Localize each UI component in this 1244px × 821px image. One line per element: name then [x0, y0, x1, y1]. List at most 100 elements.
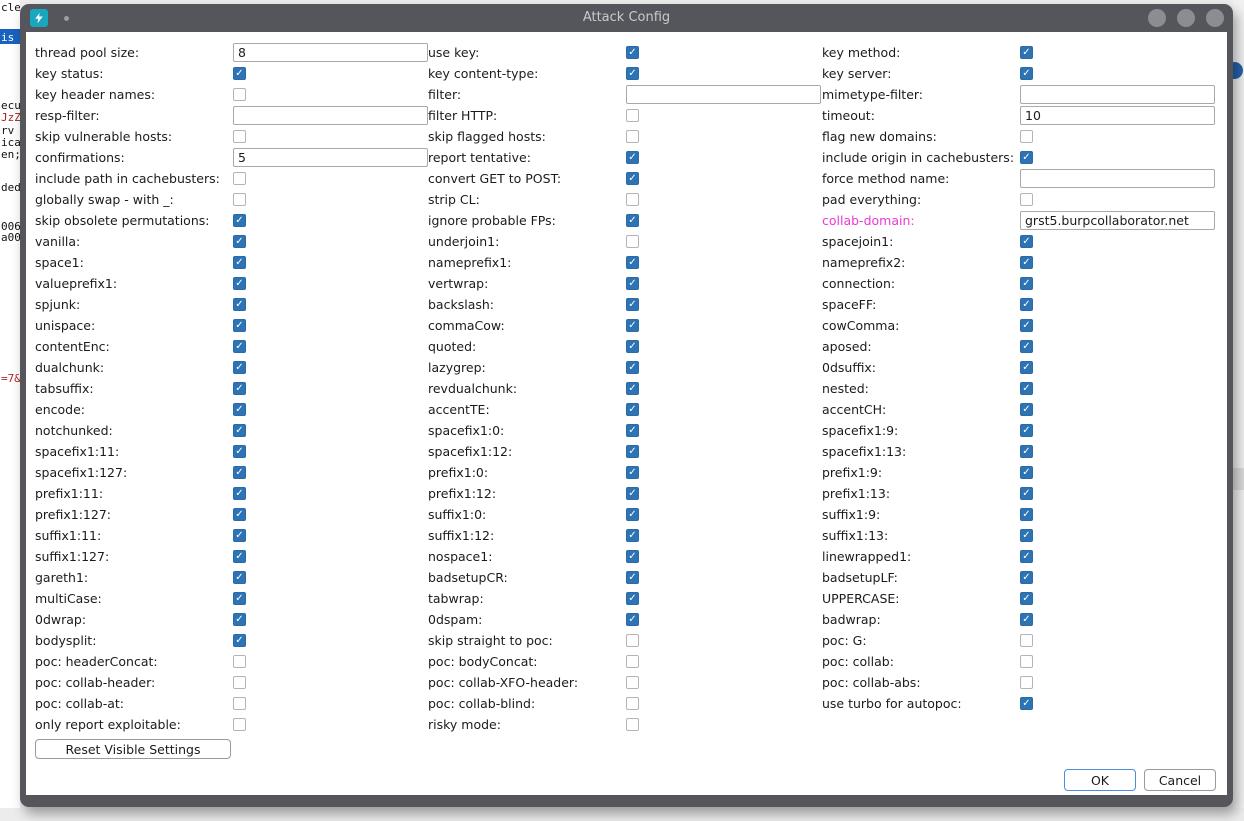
checkbox-unchecked[interactable] — [626, 193, 639, 206]
checkbox-unchecked[interactable] — [233, 697, 246, 710]
checkbox-unchecked[interactable] — [626, 655, 639, 668]
setting-input[interactable] — [1020, 106, 1215, 125]
checkbox-checked[interactable]: ✓ — [626, 529, 639, 542]
checkbox-unchecked[interactable] — [626, 718, 639, 731]
checkbox-checked[interactable]: ✓ — [626, 403, 639, 416]
checkbox-checked[interactable]: ✓ — [233, 529, 246, 542]
checkbox-checked[interactable]: ✓ — [1020, 340, 1033, 353]
checkbox-unchecked[interactable] — [626, 130, 639, 143]
setting-input[interactable] — [1020, 169, 1215, 188]
checkbox-unchecked[interactable] — [233, 130, 246, 143]
checkbox-checked[interactable]: ✓ — [233, 466, 246, 479]
checkbox-checked[interactable]: ✓ — [1020, 256, 1033, 269]
setting-input[interactable] — [626, 85, 821, 104]
checkbox-checked[interactable]: ✓ — [233, 592, 246, 605]
checkbox-checked[interactable]: ✓ — [1020, 697, 1033, 710]
checkbox-unchecked[interactable] — [1020, 676, 1033, 689]
checkbox-unchecked[interactable] — [1020, 634, 1033, 647]
checkbox-unchecked[interactable] — [1020, 193, 1033, 206]
checkbox-checked[interactable]: ✓ — [626, 508, 639, 521]
checkbox-checked[interactable]: ✓ — [233, 634, 246, 647]
checkbox-unchecked[interactable] — [233, 718, 246, 731]
checkbox-checked[interactable]: ✓ — [626, 382, 639, 395]
checkbox-checked[interactable]: ✓ — [1020, 592, 1033, 605]
checkbox-checked[interactable]: ✓ — [1020, 151, 1033, 164]
checkbox-checked[interactable]: ✓ — [1020, 46, 1033, 59]
checkbox-unchecked[interactable] — [626, 697, 639, 710]
checkbox-checked[interactable]: ✓ — [233, 256, 246, 269]
checkbox-checked[interactable]: ✓ — [233, 403, 246, 416]
checkbox-checked[interactable]: ✓ — [1020, 508, 1033, 521]
checkbox-unchecked[interactable] — [233, 655, 246, 668]
checkbox-unchecked[interactable] — [626, 109, 639, 122]
checkbox-checked[interactable]: ✓ — [1020, 424, 1033, 437]
setting-input[interactable] — [233, 106, 428, 125]
checkbox-checked[interactable]: ✓ — [1020, 613, 1033, 626]
checkbox-checked[interactable]: ✓ — [626, 277, 639, 290]
checkbox-checked[interactable]: ✓ — [233, 613, 246, 626]
checkbox-checked[interactable]: ✓ — [1020, 487, 1033, 500]
checkbox-checked[interactable]: ✓ — [1020, 529, 1033, 542]
checkbox-checked[interactable]: ✓ — [626, 319, 639, 332]
checkbox-unchecked[interactable] — [626, 634, 639, 647]
checkbox-checked[interactable]: ✓ — [1020, 403, 1033, 416]
checkbox-unchecked[interactable] — [233, 172, 246, 185]
cancel-button[interactable]: Cancel — [1144, 769, 1216, 791]
checkbox-checked[interactable]: ✓ — [626, 214, 639, 227]
checkbox-checked[interactable]: ✓ — [626, 67, 639, 80]
checkbox-checked[interactable]: ✓ — [1020, 67, 1033, 80]
checkbox-checked[interactable]: ✓ — [1020, 319, 1033, 332]
checkbox-checked[interactable]: ✓ — [626, 487, 639, 500]
minimize-button[interactable] — [1148, 9, 1166, 27]
checkbox-unchecked[interactable] — [233, 88, 246, 101]
checkbox-checked[interactable]: ✓ — [233, 550, 246, 563]
checkbox-checked[interactable]: ✓ — [626, 613, 639, 626]
checkbox-checked[interactable]: ✓ — [626, 592, 639, 605]
checkbox-checked[interactable]: ✓ — [233, 382, 246, 395]
checkbox-checked[interactable]: ✓ — [1020, 466, 1033, 479]
checkbox-checked[interactable]: ✓ — [626, 46, 639, 59]
checkbox-checked[interactable]: ✓ — [1020, 298, 1033, 311]
checkbox-checked[interactable]: ✓ — [626, 445, 639, 458]
close-button[interactable] — [1206, 9, 1224, 27]
checkbox-checked[interactable]: ✓ — [1020, 445, 1033, 458]
checkbox-checked[interactable]: ✓ — [1020, 277, 1033, 290]
checkbox-checked[interactable]: ✓ — [1020, 361, 1033, 374]
checkbox-checked[interactable]: ✓ — [626, 571, 639, 584]
checkbox-checked[interactable]: ✓ — [233, 445, 246, 458]
reset-visible-settings-button[interactable]: Reset Visible Settings — [35, 739, 231, 759]
checkbox-checked[interactable]: ✓ — [233, 319, 246, 332]
checkbox-checked[interactable]: ✓ — [626, 361, 639, 374]
checkbox-unchecked[interactable] — [233, 193, 246, 206]
checkbox-checked[interactable]: ✓ — [233, 508, 246, 521]
checkbox-checked[interactable]: ✓ — [1020, 382, 1033, 395]
checkbox-checked[interactable]: ✓ — [233, 340, 246, 353]
checkbox-checked[interactable]: ✓ — [626, 298, 639, 311]
checkbox-checked[interactable]: ✓ — [233, 67, 246, 80]
checkbox-checked[interactable]: ✓ — [626, 466, 639, 479]
checkbox-unchecked[interactable] — [1020, 655, 1033, 668]
checkbox-checked[interactable]: ✓ — [233, 487, 246, 500]
checkbox-checked[interactable]: ✓ — [233, 424, 246, 437]
checkbox-checked[interactable]: ✓ — [1020, 235, 1033, 248]
checkbox-checked[interactable]: ✓ — [626, 550, 639, 563]
checkbox-checked[interactable]: ✓ — [233, 298, 246, 311]
maximize-button[interactable] — [1177, 9, 1195, 27]
setting-input[interactable] — [233, 148, 428, 167]
checkbox-checked[interactable]: ✓ — [626, 256, 639, 269]
checkbox-unchecked[interactable] — [1020, 130, 1033, 143]
setting-input[interactable] — [1020, 85, 1215, 104]
checkbox-checked[interactable]: ✓ — [1020, 571, 1033, 584]
checkbox-checked[interactable]: ✓ — [233, 571, 246, 584]
checkbox-unchecked[interactable] — [626, 235, 639, 248]
dialog-titlebar[interactable]: Attack Config — [20, 4, 1233, 32]
checkbox-unchecked[interactable] — [626, 676, 639, 689]
checkbox-checked[interactable]: ✓ — [626, 172, 639, 185]
ok-button[interactable]: OK — [1064, 769, 1136, 791]
checkbox-checked[interactable]: ✓ — [233, 235, 246, 248]
checkbox-unchecked[interactable] — [233, 676, 246, 689]
checkbox-checked[interactable]: ✓ — [233, 214, 246, 227]
checkbox-checked[interactable]: ✓ — [1020, 550, 1033, 563]
checkbox-checked[interactable]: ✓ — [626, 340, 639, 353]
checkbox-checked[interactable]: ✓ — [233, 361, 246, 374]
